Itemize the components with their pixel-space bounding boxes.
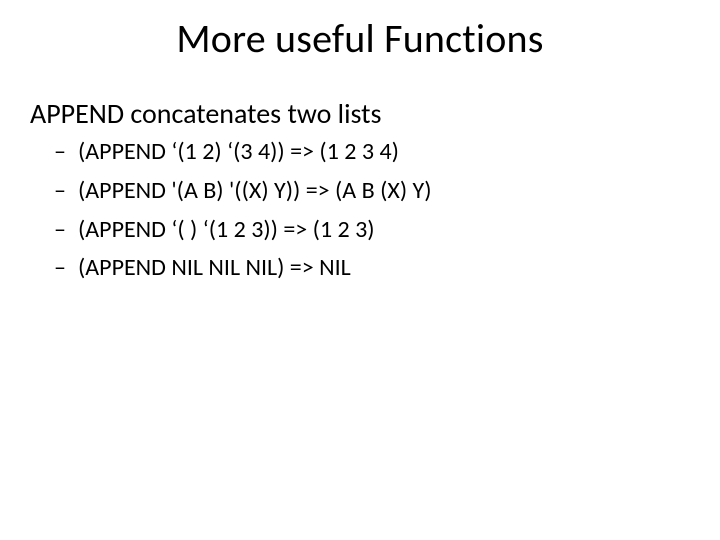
list-item: (APPEND ‘(1 2) ‘(3 4)) => (1 2 3 4) [78, 135, 690, 170]
slide: More useful Functions APPEND concatenate… [0, 0, 720, 540]
list-item: (APPEND '(A B) '((X) Y)) => (A B (X) Y) [78, 174, 690, 209]
bullet-list: (APPEND ‘(1 2) ‘(3 4)) => (1 2 3 4) (APP… [30, 135, 690, 286]
lead-text: APPEND concatenates two lists [30, 96, 690, 131]
slide-body: APPEND concatenates two lists (APPEND ‘(… [30, 96, 690, 290]
list-item: (APPEND NIL NIL NIL) => NIL [78, 251, 690, 286]
slide-title: More useful Functions [0, 14, 720, 63]
list-item: (APPEND ‘( ) ‘(1 2 3)) => (1 2 3) [78, 213, 690, 248]
